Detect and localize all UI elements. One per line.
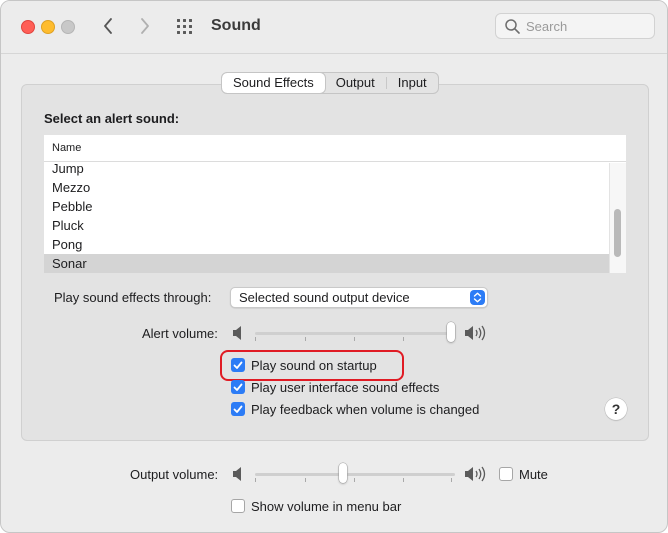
tab-bar: Sound Effects Output Input bbox=[221, 72, 439, 94]
chevron-left-icon bbox=[104, 18, 112, 34]
effects-output-select[interactable]: Selected sound output device bbox=[230, 287, 488, 308]
tab-input[interactable]: Input bbox=[387, 73, 438, 93]
chevron-right-icon bbox=[141, 18, 149, 34]
checkbox-checked-icon[interactable] bbox=[231, 402, 245, 416]
mute-checkbox[interactable]: Mute bbox=[499, 465, 548, 483]
slider-tick bbox=[305, 478, 306, 482]
slider-tick bbox=[403, 337, 404, 341]
search-field[interactable] bbox=[495, 13, 655, 39]
speaker-low-icon bbox=[233, 467, 241, 481]
checkbox-checked-icon[interactable] bbox=[231, 380, 245, 394]
effects-output-label: Play sound effects through: bbox=[54, 290, 212, 305]
slider-tick bbox=[255, 478, 256, 482]
tab-sound-effects[interactable]: Sound Effects bbox=[222, 73, 325, 93]
checkbox-unchecked-icon[interactable] bbox=[499, 467, 513, 481]
checkbox-unchecked-icon[interactable] bbox=[231, 499, 245, 513]
title-bar: Sound bbox=[1, 1, 667, 54]
search-input[interactable] bbox=[526, 17, 646, 35]
show-volume-menu-bar-label: Show volume in menu bar bbox=[251, 498, 402, 514]
slider-knob[interactable] bbox=[447, 322, 455, 342]
alert-sound-heading: Select an alert sound: bbox=[44, 111, 180, 126]
slider-knob[interactable] bbox=[339, 463, 347, 483]
slider-tick bbox=[403, 478, 404, 482]
show-volume-menu-bar-checkbox[interactable]: Show volume in menu bar bbox=[231, 497, 401, 515]
list-item[interactable]: Pong bbox=[44, 235, 610, 254]
back-button[interactable] bbox=[97, 15, 119, 37]
play-ui-sound-effects-checkbox[interactable]: Play user interface sound effects bbox=[231, 378, 439, 396]
mute-label: Mute bbox=[519, 466, 548, 482]
help-button[interactable]: ? bbox=[605, 398, 627, 420]
checkbox-checked-icon[interactable] bbox=[231, 358, 245, 372]
alert-sound-rows: Jump Mezzo Pebble Pluck Pong Sonar bbox=[44, 159, 610, 273]
effects-output-value: Selected sound output device bbox=[239, 290, 410, 305]
window-title: Sound bbox=[211, 17, 261, 34]
slider-tick bbox=[354, 337, 355, 341]
speaker-loud-icon bbox=[465, 466, 486, 482]
close-window-button[interactable] bbox=[21, 20, 35, 34]
play-volume-feedback-checkbox[interactable]: Play feedback when volume is changed bbox=[231, 400, 479, 418]
alert-sound-list[interactable]: Jump Mezzo Pebble Pluck Pong Sonar Name bbox=[44, 135, 626, 273]
zoom-window-button[interactable] bbox=[61, 20, 75, 34]
alert-volume-label: Alert volume: bbox=[142, 326, 218, 341]
scrollbar-thumb[interactable] bbox=[614, 209, 621, 257]
play-ui-sound-effects-label: Play user interface sound effects bbox=[251, 379, 440, 395]
speaker-loud-icon bbox=[465, 325, 486, 341]
play-startup-sound-label: Play sound on startup bbox=[251, 357, 377, 373]
list-scrollbar[interactable] bbox=[609, 163, 626, 273]
alert-volume-slider[interactable] bbox=[255, 322, 455, 342]
tab-output[interactable]: Output bbox=[325, 73, 386, 93]
up-down-chevron-icon bbox=[470, 290, 485, 305]
output-volume-slider[interactable] bbox=[255, 463, 455, 483]
slider-tick bbox=[255, 337, 256, 341]
slider-track bbox=[255, 473, 455, 476]
play-startup-sound-checkbox[interactable]: Play sound on startup bbox=[231, 356, 377, 374]
list-item[interactable]: Mezzo bbox=[44, 178, 610, 197]
search-icon bbox=[505, 19, 520, 34]
slider-track bbox=[255, 332, 455, 335]
forward-button[interactable] bbox=[134, 15, 156, 37]
list-item[interactable]: Pluck bbox=[44, 216, 610, 235]
sound-preferences-window: Sound Sound Effects Output Input Select … bbox=[0, 0, 668, 533]
show-all-grid-button[interactable] bbox=[175, 17, 197, 35]
minimize-window-button[interactable] bbox=[41, 20, 55, 34]
list-item[interactable]: Pebble bbox=[44, 197, 610, 216]
output-volume-label: Output volume: bbox=[130, 467, 219, 482]
slider-tick bbox=[354, 478, 355, 482]
play-volume-feedback-label: Play feedback when volume is changed bbox=[251, 401, 480, 417]
list-item-selected[interactable]: Sonar bbox=[44, 254, 610, 273]
slider-tick bbox=[305, 337, 306, 341]
column-header-name[interactable]: Name bbox=[44, 135, 626, 162]
speaker-low-icon bbox=[233, 326, 241, 340]
slider-tick bbox=[451, 478, 452, 482]
